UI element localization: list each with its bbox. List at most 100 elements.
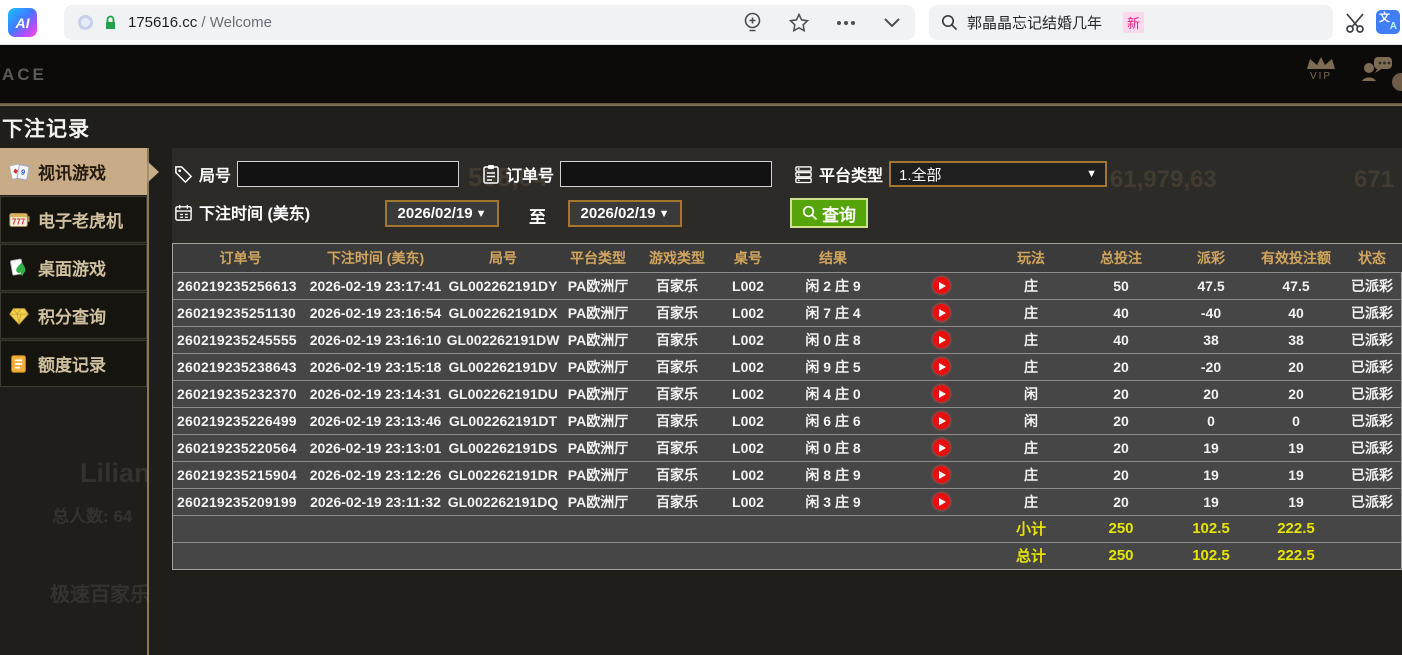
sidebar-item-quota[interactable]: 额度记录 xyxy=(0,340,147,387)
cell-platform: PA欧洲厅 xyxy=(563,380,633,407)
play-icon[interactable] xyxy=(933,439,950,456)
cell-order: 260219235251130 xyxy=(173,299,308,326)
bet-records-table: 订单号 下注时间 (美东) 局号 平台类型 游戏类型 桌号 结果 玩法 总投注 … xyxy=(172,243,1402,570)
cell-round: GL002262191DY xyxy=(443,272,563,299)
customer-service-icon[interactable] xyxy=(1360,55,1394,85)
total-label: 总计 xyxy=(991,542,1071,569)
cell-play: 庄 xyxy=(991,488,1071,515)
play-icon[interactable] xyxy=(933,412,950,429)
chevron-down-icon[interactable] xyxy=(883,17,901,28)
avatar[interactable] xyxy=(1392,73,1402,91)
table-row: 260219235256613 2026-02-19 23:17:41 GL00… xyxy=(173,272,1402,299)
cell-platform: PA欧洲厅 xyxy=(563,299,633,326)
site-header: ACE VIP xyxy=(0,45,1402,103)
play-icon[interactable] xyxy=(933,277,950,294)
site-logo[interactable]: ACE xyxy=(2,65,47,85)
lock-icon[interactable] xyxy=(103,15,118,30)
date-to-select[interactable]: 2026/02/19▼ xyxy=(568,200,682,227)
cell-platform: PA欧洲厅 xyxy=(563,434,633,461)
cell-payout: 19 xyxy=(1171,434,1251,461)
cell-game: 百家乐 xyxy=(633,434,721,461)
vip-button[interactable]: VIP xyxy=(1304,55,1338,82)
cell-payout: 0 xyxy=(1171,407,1251,434)
col-replay xyxy=(891,244,991,272)
bet-time-label: 下注时间 (美东) xyxy=(199,200,310,224)
cell-table: L002 xyxy=(721,272,775,299)
cell-game: 百家乐 xyxy=(633,272,721,299)
cell-replay xyxy=(891,272,991,299)
cell-time: 2026-02-19 23:16:54 xyxy=(308,299,443,326)
subtotal-bet: 250 xyxy=(1071,515,1171,542)
cell-replay xyxy=(891,434,991,461)
play-icon[interactable] xyxy=(933,331,950,348)
play-icon[interactable] xyxy=(933,358,950,375)
total-valid: 222.5 xyxy=(1251,542,1341,569)
cell-replay xyxy=(891,380,991,407)
cell-valid: 38 xyxy=(1251,326,1341,353)
tag-icon xyxy=(174,165,193,184)
cell-valid: 0 xyxy=(1251,407,1341,434)
sidebar-item-slots[interactable]: 777 电子老虎机 xyxy=(0,196,147,243)
date-from-value: 2026/02/19 xyxy=(398,205,473,222)
translate-icon[interactable]: 文A xyxy=(1376,10,1400,34)
zoom-page-icon[interactable] xyxy=(743,12,762,33)
url-text: 175616.cc / Welcome xyxy=(128,14,272,31)
subtotal-label: 小计 xyxy=(991,515,1071,542)
cell-status: 已派彩 xyxy=(1341,326,1402,353)
cell-table: L002 xyxy=(721,434,775,461)
search-query: 郭晶晶忘记结婚几年 xyxy=(967,12,1102,33)
order-input[interactable] xyxy=(560,161,772,187)
scissors-icon[interactable] xyxy=(1344,11,1368,35)
subtotal-valid: 222.5 xyxy=(1251,515,1341,542)
more-icon[interactable] xyxy=(836,20,856,26)
cell-time: 2026-02-19 23:13:46 xyxy=(308,407,443,434)
cell-replay xyxy=(891,407,991,434)
ghost-game-name: 极速百家乐 xyxy=(50,578,150,607)
star-icon[interactable] xyxy=(789,13,809,33)
to-label: 至 xyxy=(529,203,546,228)
cell-order: 260219235256613 xyxy=(173,272,308,299)
app-logo-icon[interactable]: AI xyxy=(8,8,37,37)
address-bar[interactable]: 175616.cc / Welcome xyxy=(64,5,915,40)
play-icon[interactable] xyxy=(933,304,950,321)
sidebar-item-live-games[interactable]: 9 视讯游戏 xyxy=(0,148,147,195)
sidebar-item-points[interactable]: 积分查询 xyxy=(0,292,147,339)
sidebar: 9 视讯游戏 777 电子老虎机 桌面游戏 积分查询 额度记录 xyxy=(0,148,162,388)
svg-text:777: 777 xyxy=(12,217,25,226)
new-badge[interactable]: 新 xyxy=(1123,12,1144,33)
cell-game: 百家乐 xyxy=(633,353,721,380)
sidebar-item-label: 额度记录 xyxy=(38,351,106,376)
search-bar[interactable]: 郭晶晶忘记结婚几年 新 xyxy=(929,5,1333,40)
slot-777-icon: 777 xyxy=(8,209,30,231)
round-input[interactable] xyxy=(237,161,459,187)
calendar-icon xyxy=(174,203,193,222)
sidebar-item-table-games[interactable]: 桌面游戏 xyxy=(0,244,147,291)
sidebar-item-label: 桌面游戏 xyxy=(38,255,106,280)
cell-table: L002 xyxy=(721,353,775,380)
address-bar-icons xyxy=(743,12,901,33)
clipboard-icon xyxy=(482,164,500,184)
site-info-icon[interactable] xyxy=(78,15,93,30)
cell-time: 2026-02-19 23:11:32 xyxy=(308,488,443,515)
query-button[interactable]: 查询 xyxy=(790,198,868,228)
date-from-select[interactable]: 2026/02/19▼ xyxy=(385,200,499,227)
total-empty xyxy=(1341,542,1402,569)
cell-bet: 20 xyxy=(1071,380,1171,407)
col-time: 下注时间 (美东) xyxy=(308,244,443,272)
platform-select[interactable]: 1.全部 ▼ xyxy=(889,161,1107,187)
cell-platform: PA欧洲厅 xyxy=(563,488,633,515)
play-icon[interactable] xyxy=(933,493,950,510)
cell-table: L002 xyxy=(721,299,775,326)
cell-result: 闲 0 庄 8 xyxy=(775,326,891,353)
cell-play: 庄 xyxy=(991,299,1071,326)
cell-time: 2026-02-19 23:17:41 xyxy=(308,272,443,299)
col-payout: 派彩 xyxy=(1171,244,1251,272)
play-icon[interactable] xyxy=(933,385,950,402)
col-round: 局号 xyxy=(443,244,563,272)
cell-payout: -40 xyxy=(1171,299,1251,326)
order-filter-label: 订单号 xyxy=(506,162,554,186)
play-icon[interactable] xyxy=(933,466,950,483)
cell-payout: 20 xyxy=(1171,380,1251,407)
page-title: 下注记录 xyxy=(2,113,90,143)
cell-result: 闲 7 庄 4 xyxy=(775,299,891,326)
